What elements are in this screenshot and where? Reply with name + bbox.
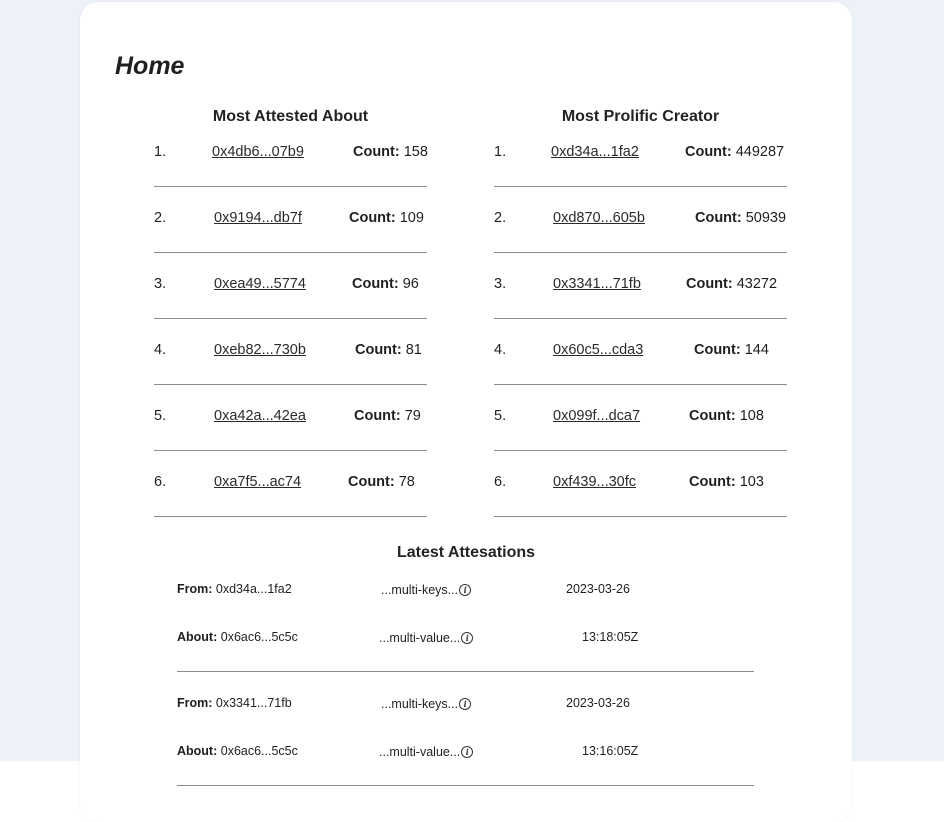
address-link[interactable]: 0xa7f5...ac74 [214,474,301,490]
count-value: 43272 [736,276,778,292]
count-value: 109 [399,210,424,226]
list-item: 3. 0xea49...5774 Count: 96 [154,268,427,319]
about-address: 0x6ac6...5c5c [220,630,298,644]
attestation-time: 13:18:05Z [582,630,639,644]
rank-number: 1. [494,144,507,160]
address-link[interactable]: 0xd34a...1fa2 [551,144,639,160]
rank-number: 5. [494,408,507,424]
multi-value-text: ...multi-value... [379,631,461,645]
list-item: 5. 0x099f...dca7 Count: 108 [494,400,787,451]
list-item: 1. 0x4db6...07b9 Count: 158 [154,136,428,187]
count-label: Count: [353,144,400,160]
attestation-date: 2023-03-26 [566,582,630,596]
count-label: Count: [685,144,732,160]
count-label: Count: [695,210,742,226]
list-item: 5. 0xa42a...42ea Count: 79 [154,400,427,451]
list-item: 4. 0x60c5...cda3 Count: 144 [494,334,787,385]
multi-keys-text: ...multi-keys... [381,583,459,597]
count-value: 81 [405,342,422,358]
rank-number: 3. [154,276,167,292]
list-item: 2. 0xd870...605b Count: 50939 [494,202,787,253]
address-link[interactable]: 0xeb82...730b [214,342,306,358]
multi-keys-text: ...multi-keys... [381,697,459,711]
list-item: 6. 0xa7f5...ac74 Count: 78 [154,466,427,517]
count-label: Count: [352,276,399,292]
rank-number: 2. [494,210,507,226]
count-value: 108 [739,408,764,424]
count-value: 78 [398,474,415,490]
count-value: 103 [739,474,764,490]
address-link[interactable]: 0x3341...71fb [553,276,641,292]
address-link[interactable]: 0x9194...db7f [214,210,302,226]
address-link[interactable]: 0xa42a...42ea [214,408,306,424]
from-address: 0x3341...71fb [215,696,292,710]
attestation-date: 2023-03-26 [566,696,630,710]
list-item: 1. 0xd34a...1fa2 Count: 449287 [494,136,787,187]
address-link[interactable]: 0x60c5...cda3 [553,342,643,358]
count-label: Count: [348,474,395,490]
count-value: 449287 [735,144,785,160]
from-label: From: [177,582,213,596]
list-item: 2. 0x9194...db7f Count: 109 [154,202,427,253]
address-link[interactable]: 0x4db6...07b9 [212,144,304,160]
multi-value-text: ...multi-value... [379,745,461,759]
about-label: About: [177,630,218,644]
count-value: 158 [403,144,428,160]
info-icon[interactable]: i [459,698,472,710]
count-value: 96 [402,276,419,292]
page-title: Home [115,52,185,80]
list-item: 4. 0xeb82...730b Count: 81 [154,334,427,385]
count-label: Count: [694,342,741,358]
attestation-item[interactable]: From: 0x3341...71fb About: 0x6ac6...5c5c… [177,671,754,786]
count-label: Count: [689,408,736,424]
about-address: 0x6ac6...5c5c [220,744,298,758]
count-value: 50939 [745,210,787,226]
list-item: 3. 0x3341...71fb Count: 43272 [494,268,787,319]
attestation-item[interactable]: From: 0xd34a...1fa2 About: 0x6ac6...5c5c… [177,557,754,672]
rank-number: 4. [154,342,167,358]
info-icon[interactable]: i [461,746,474,758]
info-icon[interactable]: i [461,632,474,644]
count-value: 79 [404,408,421,424]
info-icon[interactable]: i [459,584,472,596]
count-label: Count: [689,474,736,490]
most-prolific-title: Most Prolific Creator [561,108,720,125]
rank-number: 6. [494,474,507,490]
most-prolific-list: 1. 0xd34a...1fa2 Count: 449287 2. 0xd870… [494,136,787,532]
rank-number: 6. [154,474,167,490]
most-attested-list: 1. 0x4db6...07b9 Count: 158 2. 0x9194...… [154,136,428,532]
count-label: Count: [354,408,401,424]
rank-number: 4. [494,342,507,358]
count-label: Count: [349,210,396,226]
most-attested-title: Most Attested About [212,108,369,125]
rank-number: 1. [154,144,167,160]
count-label: Count: [355,342,402,358]
address-link[interactable]: 0xd870...605b [553,210,645,226]
count-value: 144 [744,342,769,358]
count-label: Count: [686,276,733,292]
from-address: 0xd34a...1fa2 [215,582,292,596]
rank-number: 2. [154,210,167,226]
rank-number: 3. [494,276,507,292]
attestation-time: 13:16:05Z [582,744,639,758]
list-item: 6. 0xf439...30fc Count: 103 [494,466,787,517]
rank-number: 5. [154,408,167,424]
about-label: About: [177,744,218,758]
address-link[interactable]: 0x099f...dca7 [553,408,640,424]
from-label: From: [177,696,213,710]
address-link[interactable]: 0xea49...5774 [214,276,306,292]
address-link[interactable]: 0xf439...30fc [553,474,636,490]
